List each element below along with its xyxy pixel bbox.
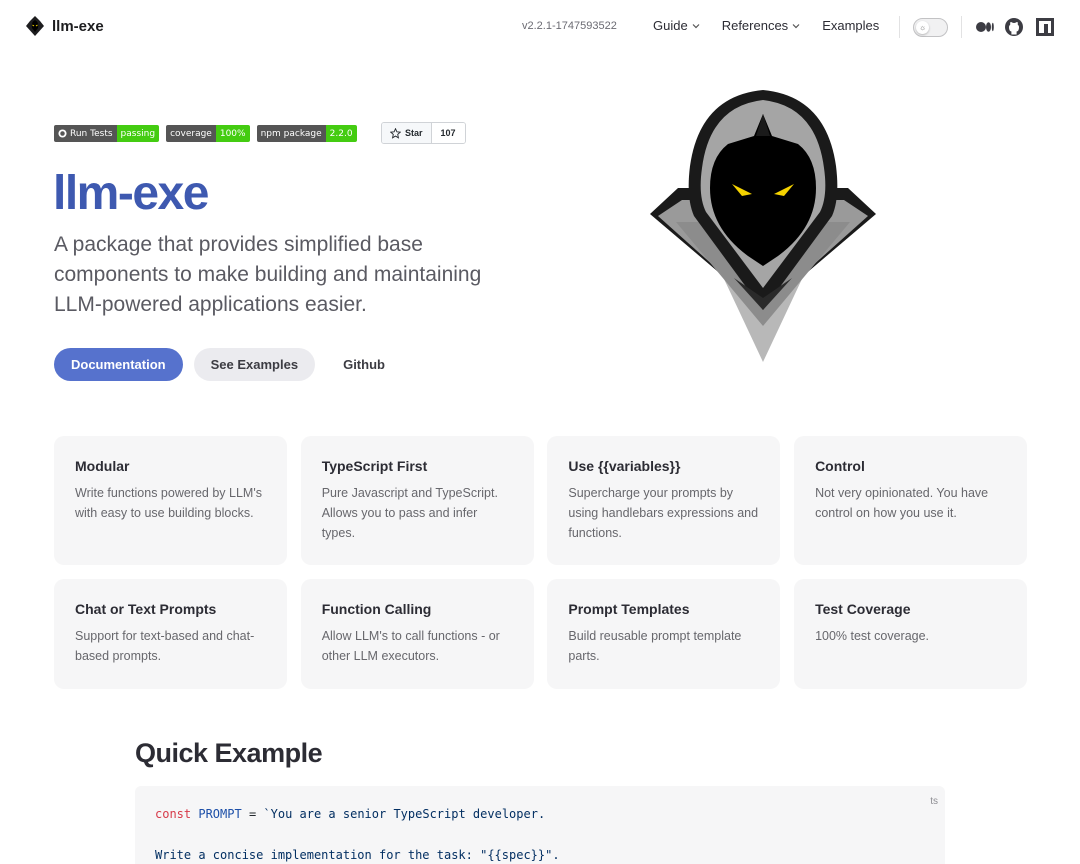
hero-title: llm-exe bbox=[53, 167, 209, 220]
medium-icon[interactable] bbox=[975, 17, 995, 37]
brand-name: llm-exe bbox=[52, 17, 104, 35]
hooded-figure-logo-icon bbox=[26, 16, 44, 36]
feature-card[interactable]: Function Calling Allow LLM's to call fun… bbox=[300, 579, 534, 689]
nav-divider bbox=[899, 16, 900, 38]
npm-package-badge[interactable]: npm package 2.2.0 bbox=[256, 125, 357, 142]
sun-icon: ☼ bbox=[916, 21, 929, 34]
nav-links: Guide References Examples bbox=[653, 18, 879, 33]
feature-details: Allow LLM's to call functions - or other… bbox=[321, 629, 500, 663]
feature-card[interactable]: Test Coverage 100% test coverage. bbox=[794, 579, 1028, 689]
appearance-toggle[interactable]: ☼ bbox=[913, 18, 948, 37]
code-string: `You are a senior TypeScript developer. bbox=[263, 807, 546, 821]
feature-title: Chat or Text Prompts bbox=[75, 601, 217, 617]
chevron-down-icon bbox=[692, 23, 700, 28]
badge-label: npm package bbox=[256, 125, 326, 142]
star-label: Star bbox=[405, 128, 423, 138]
feature-card[interactable]: Use {{variables}} Supercharge your promp… bbox=[547, 436, 781, 565]
code-operator: = bbox=[241, 807, 264, 821]
feature-details: Supercharge your prompts by using handle… bbox=[568, 486, 759, 540]
see-examples-button[interactable]: See Examples bbox=[193, 348, 316, 381]
nav-references[interactable]: References bbox=[722, 18, 800, 33]
star-count: 107 bbox=[431, 123, 465, 143]
nav-references-label: References bbox=[721, 18, 789, 33]
feature-title: Modular bbox=[75, 458, 130, 474]
badge-value: 100% bbox=[215, 125, 250, 142]
nav-examples[interactable]: Examples bbox=[822, 18, 879, 33]
nav-guide[interactable]: Guide bbox=[653, 18, 700, 33]
code-line-3: Write a concise implementation for the t… bbox=[155, 848, 560, 862]
github-button[interactable]: Github bbox=[326, 348, 402, 381]
coverage-badge[interactable]: coverage 100% bbox=[166, 125, 250, 142]
feature-card[interactable]: Modular Write functions powered by LLM's… bbox=[54, 436, 287, 565]
github-star-button[interactable]: Star 107 bbox=[381, 122, 466, 144]
code-block: ts const PROMPT = `You are a senior Type… bbox=[135, 786, 945, 864]
feature-title: TypeScript First bbox=[321, 458, 428, 474]
badge-label: Run Tests bbox=[70, 128, 113, 139]
github-icon bbox=[58, 129, 67, 138]
code-line-1: const PROMPT = `You are a senior TypeScr… bbox=[155, 804, 925, 825]
feature-title: Prompt Templates bbox=[568, 601, 690, 617]
nav-examples-label: Examples bbox=[822, 18, 880, 33]
feature-details: Support for text-based and chat-based pr… bbox=[75, 629, 255, 663]
star-label-wrap: Star bbox=[382, 123, 432, 143]
feature-card[interactable]: Control Not very opinionated. You have c… bbox=[794, 436, 1028, 565]
feature-card[interactable]: Chat or Text Prompts Support for text-ba… bbox=[54, 579, 287, 689]
hero-actions: Documentation See Examples Github bbox=[54, 348, 402, 381]
hooded-figure-logo-icon bbox=[650, 90, 876, 362]
badge-row: Run Tests passing coverage 100% npm pack… bbox=[54, 125, 357, 142]
feature-card[interactable]: Prompt Templates Build reusable prompt t… bbox=[547, 579, 781, 689]
code-lang-label: ts bbox=[930, 796, 938, 807]
feature-title: Control bbox=[815, 458, 865, 474]
npm-icon[interactable] bbox=[1035, 17, 1055, 37]
feature-title: Test Coverage bbox=[815, 601, 911, 617]
github-icon[interactable] bbox=[1004, 17, 1024, 37]
feature-title: Use {{variables}} bbox=[568, 458, 681, 474]
feature-details: Not very opinionated. You have control o… bbox=[815, 486, 989, 520]
feature-title: Function Calling bbox=[321, 601, 432, 617]
badge-label: coverage bbox=[166, 125, 216, 142]
badge-value: passing bbox=[116, 125, 160, 142]
features-grid: Modular Write functions powered by LLM's… bbox=[54, 436, 1028, 689]
feature-details: Build reusable prompt template parts. bbox=[568, 629, 742, 663]
run-tests-badge[interactable]: Run Tests passing bbox=[54, 125, 160, 142]
documentation-button[interactable]: Documentation bbox=[54, 348, 183, 381]
code-keyword: const bbox=[155, 807, 192, 821]
feature-details: Write functions powered by LLM's with ea… bbox=[75, 486, 262, 520]
feature-card[interactable]: TypeScript First Pure Javascript and Typ… bbox=[300, 436, 534, 565]
feature-details: 100% test coverage. bbox=[815, 629, 930, 643]
code-variable: PROMPT bbox=[198, 807, 242, 821]
badge-value: 2.2.0 bbox=[325, 125, 357, 142]
hero-tagline: A package that provides simplified base … bbox=[54, 233, 482, 316]
badge-label-wrap: Run Tests bbox=[54, 125, 117, 142]
nav-guide-label: Guide bbox=[653, 18, 688, 33]
feature-details: Pure Javascript and TypeScript. Allows y… bbox=[321, 486, 498, 540]
top-nav: llm-exe v2.2.1-1747593522 Guide Referenc… bbox=[0, 0, 1080, 54]
chevron-down-icon bbox=[792, 23, 800, 28]
nav-divider bbox=[961, 16, 962, 38]
star-icon bbox=[390, 127, 401, 139]
quick-example-heading: Quick Example bbox=[135, 738, 323, 768]
brand-link[interactable]: llm-exe bbox=[26, 16, 104, 36]
version-label: v2.2.1-1747593522 bbox=[522, 20, 617, 32]
